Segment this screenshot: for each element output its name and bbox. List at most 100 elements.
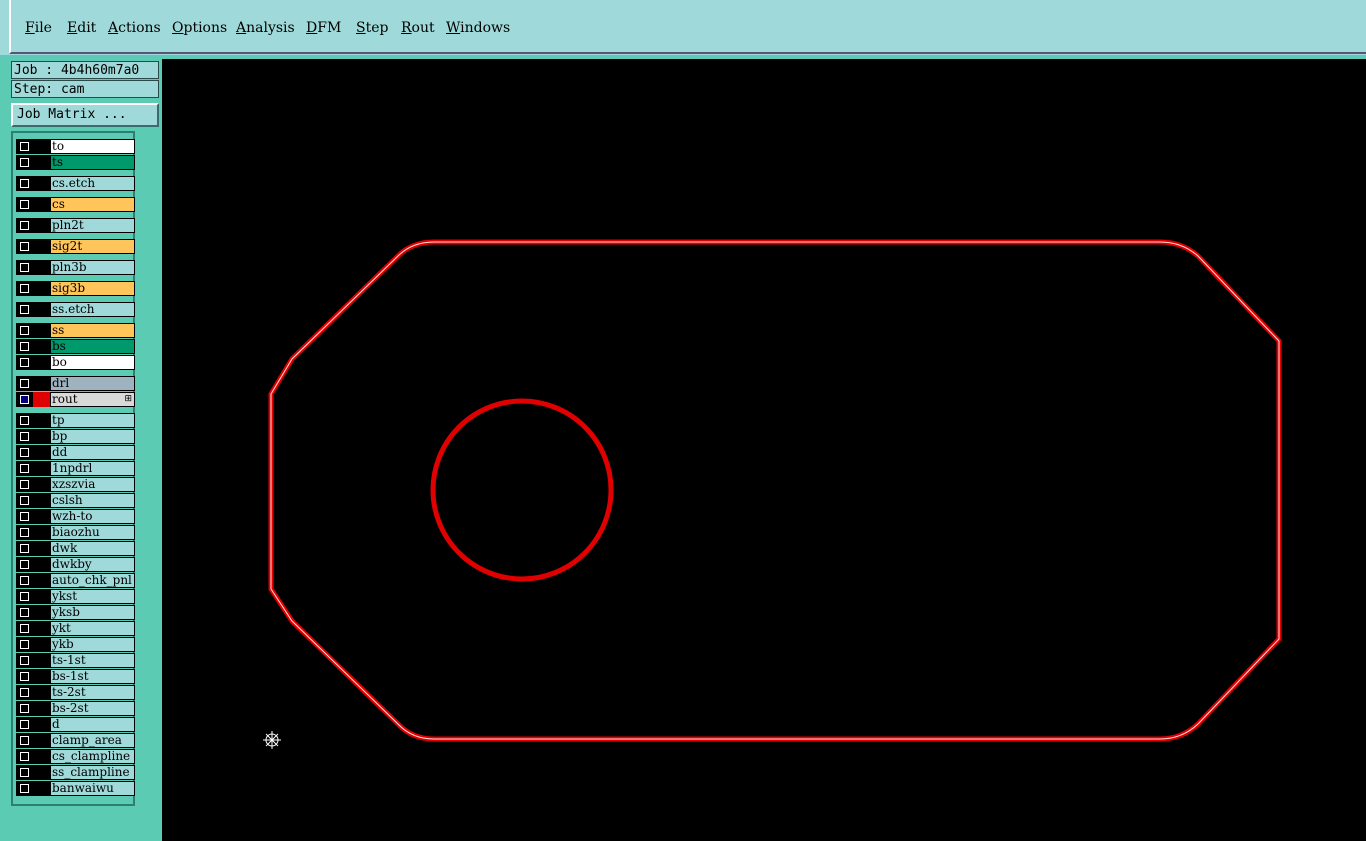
layer-color-swatch[interactable] bbox=[33, 461, 50, 476]
layer-row-yksb[interactable]: yksb bbox=[16, 605, 135, 620]
layer-color-swatch[interactable] bbox=[33, 392, 51, 407]
layer-row-1npdrl[interactable]: 1npdrl bbox=[16, 461, 135, 476]
layer-checkbox[interactable] bbox=[16, 637, 33, 652]
layer-row-cs.etch[interactable]: cs.etch bbox=[16, 176, 135, 191]
layer-name[interactable]: bo bbox=[50, 355, 135, 370]
layer-name[interactable]: dd bbox=[50, 445, 135, 460]
menu-file[interactable]: File bbox=[25, 20, 52, 36]
layer-row-d[interactable]: d bbox=[16, 717, 135, 732]
layer-color-swatch[interactable] bbox=[33, 429, 50, 444]
layer-row-pln2t[interactable]: pln2t bbox=[16, 218, 135, 233]
layer-name[interactable]: clamp_area bbox=[50, 733, 135, 748]
layer-name[interactable]: ykt bbox=[50, 621, 135, 636]
layer-checkbox[interactable] bbox=[16, 197, 33, 212]
layer-name[interactable]: pln2t bbox=[50, 218, 135, 233]
layer-name[interactable]: cs bbox=[50, 197, 135, 212]
menu-actions[interactable]: Actions bbox=[108, 20, 161, 36]
layer-row-dwkby[interactable]: dwkby bbox=[16, 557, 135, 572]
layer-row-sig3b[interactable]: sig3b bbox=[16, 281, 135, 296]
menu-edit[interactable]: Edit bbox=[67, 20, 96, 36]
layer-row-pln3b[interactable]: pln3b bbox=[16, 260, 135, 275]
layer-name[interactable]: rout bbox=[50, 392, 135, 407]
layer-name[interactable]: ykb bbox=[50, 637, 135, 652]
layer-row-wzh-to[interactable]: wzh-to bbox=[16, 509, 135, 524]
layer-name[interactable]: bs bbox=[50, 339, 135, 354]
layer-color-swatch[interactable] bbox=[33, 765, 50, 780]
job-matrix-button[interactable]: Job Matrix ... bbox=[11, 103, 159, 127]
layer-color-swatch[interactable] bbox=[33, 260, 50, 275]
layer-name[interactable]: wzh-to bbox=[50, 509, 135, 524]
layer-checkbox[interactable] bbox=[16, 376, 33, 391]
layer-checkbox[interactable] bbox=[16, 781, 33, 796]
layer-name[interactable]: ss bbox=[50, 323, 135, 338]
layer-color-swatch[interactable] bbox=[33, 323, 50, 338]
layer-row-sig2t[interactable]: sig2t bbox=[16, 239, 135, 254]
layer-color-swatch[interactable] bbox=[33, 525, 50, 540]
layer-checkbox[interactable] bbox=[16, 621, 33, 636]
layer-color-swatch[interactable] bbox=[33, 781, 50, 796]
layer-color-swatch[interactable] bbox=[33, 493, 50, 508]
layer-checkbox[interactable] bbox=[16, 281, 33, 296]
menu-rout[interactable]: Rout bbox=[401, 20, 435, 36]
layer-row-biaozhu[interactable]: biaozhu bbox=[16, 525, 135, 540]
layer-row-ss_clampline[interactable]: ss_clampline bbox=[16, 765, 135, 780]
layer-checkbox[interactable] bbox=[16, 339, 33, 354]
layer-row-ss.etch[interactable]: ss.etch bbox=[16, 302, 135, 317]
layer-color-swatch[interactable] bbox=[33, 176, 50, 191]
layer-name[interactable]: to bbox=[50, 139, 135, 154]
layer-row-ykb[interactable]: ykb bbox=[16, 637, 135, 652]
layer-row-bo[interactable]: bo bbox=[16, 355, 135, 370]
layer-checkbox[interactable] bbox=[16, 355, 33, 370]
layer-color-swatch[interactable] bbox=[33, 355, 50, 370]
layer-color-swatch[interactable] bbox=[33, 281, 50, 296]
layer-row-tp[interactable]: tp bbox=[16, 413, 135, 428]
layer-color-swatch[interactable] bbox=[33, 477, 50, 492]
layer-row-ykst[interactable]: ykst bbox=[16, 589, 135, 604]
layer-color-swatch[interactable] bbox=[33, 605, 50, 620]
layer-row-bs-1st[interactable]: bs-1st bbox=[16, 669, 135, 684]
layer-name[interactable]: 1npdrl bbox=[50, 461, 135, 476]
layer-color-swatch[interactable] bbox=[33, 573, 50, 588]
layer-color-swatch[interactable] bbox=[33, 339, 50, 354]
layer-color-swatch[interactable] bbox=[33, 197, 50, 212]
layer-color-swatch[interactable] bbox=[33, 653, 50, 668]
layer-color-swatch[interactable] bbox=[33, 557, 50, 572]
layer-color-swatch[interactable] bbox=[33, 445, 50, 460]
layer-checkbox[interactable] bbox=[16, 541, 33, 556]
layer-name[interactable]: cslsh bbox=[50, 493, 135, 508]
layer-checkbox[interactable] bbox=[16, 239, 33, 254]
layer-color-swatch[interactable] bbox=[33, 621, 50, 636]
layer-name[interactable]: bp bbox=[50, 429, 135, 444]
layer-name[interactable]: drl bbox=[50, 376, 135, 391]
layer-name[interactable]: pln3b bbox=[50, 260, 135, 275]
menu-dfm[interactable]: DFM bbox=[306, 20, 341, 36]
layer-color-swatch[interactable] bbox=[33, 685, 50, 700]
menu-analysis[interactable]: Analysis bbox=[236, 20, 295, 36]
layer-name[interactable]: d bbox=[50, 717, 135, 732]
layer-row-cslsh[interactable]: cslsh bbox=[16, 493, 135, 508]
layer-name[interactable]: ss_clampline bbox=[50, 765, 135, 780]
layer-checkbox[interactable] bbox=[16, 749, 33, 764]
layer-color-swatch[interactable] bbox=[33, 701, 50, 716]
layer-checkbox[interactable] bbox=[16, 701, 33, 716]
layer-row-drl[interactable]: drl bbox=[16, 376, 135, 391]
layer-checkbox[interactable] bbox=[16, 733, 33, 748]
layer-color-swatch[interactable] bbox=[33, 733, 50, 748]
layer-name[interactable]: cs.etch bbox=[50, 176, 135, 191]
layer-row-ts-2st[interactable]: ts-2st bbox=[16, 685, 135, 700]
layer-name[interactable]: ts-2st bbox=[50, 685, 135, 700]
layer-row-ts-1st[interactable]: ts-1st bbox=[16, 653, 135, 668]
layer-row-ts[interactable]: ts bbox=[16, 155, 135, 170]
layer-name[interactable]: sig3b bbox=[50, 281, 135, 296]
layer-row-rout[interactable]: rout ⊞ bbox=[16, 392, 135, 407]
layer-checkbox[interactable] bbox=[16, 573, 33, 588]
layer-row-clamp_area[interactable]: clamp_area bbox=[16, 733, 135, 748]
layer-color-swatch[interactable] bbox=[33, 155, 50, 170]
layer-checkbox[interactable] bbox=[16, 392, 33, 407]
layer-checkbox[interactable] bbox=[16, 155, 33, 170]
layer-checkbox[interactable] bbox=[16, 557, 33, 572]
layer-checkbox[interactable] bbox=[16, 413, 33, 428]
layer-color-swatch[interactable] bbox=[33, 302, 50, 317]
layer-name[interactable]: yksb bbox=[50, 605, 135, 620]
layer-checkbox[interactable] bbox=[16, 685, 33, 700]
